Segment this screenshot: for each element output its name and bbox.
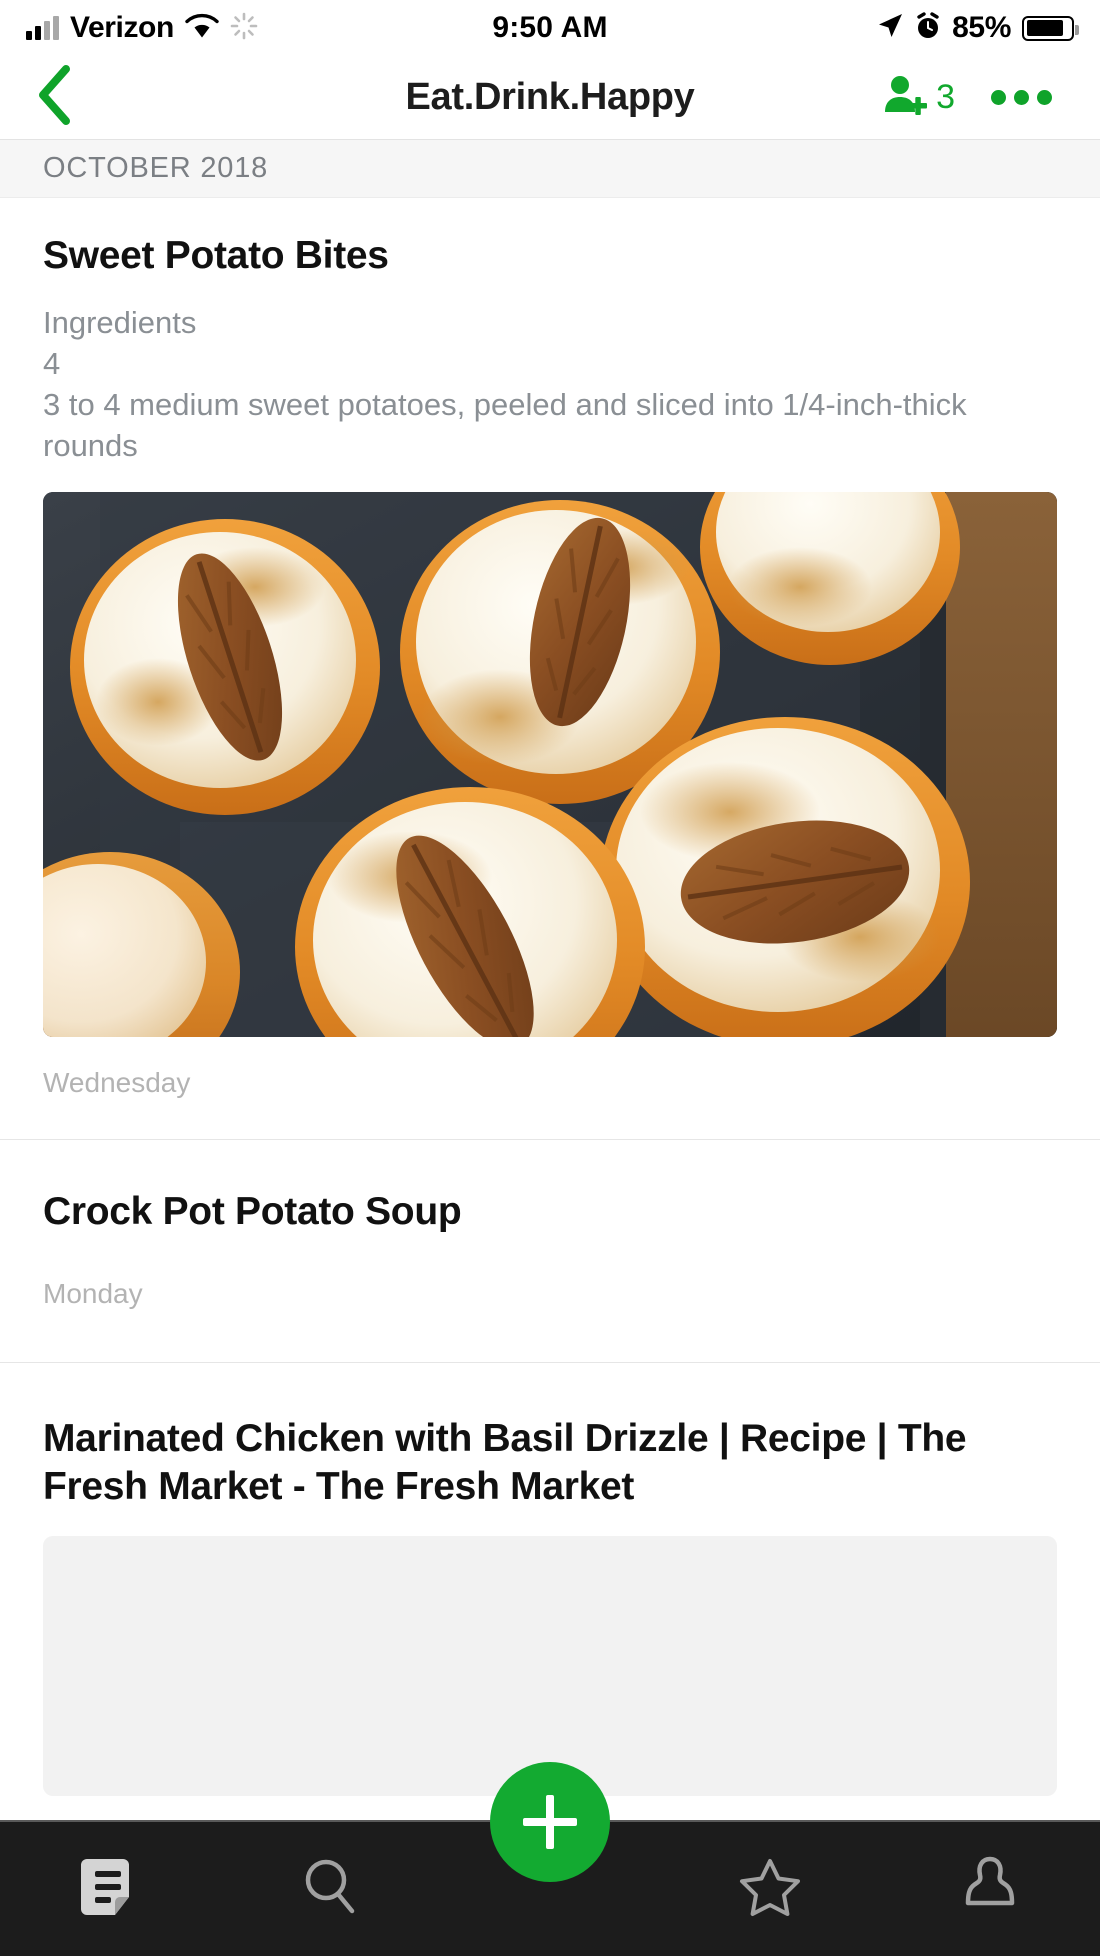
status-bar-left: Verizon (26, 11, 258, 45)
sweet-potato-bites-photo[interactable] (43, 492, 1057, 1038)
back-button[interactable] (0, 56, 110, 140)
card-body-line: 3 to 4 medium sweet potatoes, peeled and… (43, 387, 967, 464)
status-bar-right: 85% (876, 11, 1079, 45)
card-body: Ingredients 4 3 to 4 medium sweet potato… (43, 302, 1057, 467)
more-options-icon-dot2 (1014, 90, 1029, 105)
star-icon (739, 1857, 801, 1922)
search-icon (300, 1856, 360, 1923)
navigation-bar: Eat.Drink.Happy 3 (0, 56, 1100, 140)
status-bar: Verizon 9:50 AM 85% (0, 0, 1100, 56)
profile-tab[interactable] (880, 1821, 1100, 1956)
more-options-icon-dot3 (1037, 90, 1052, 105)
navigation-actions: 3 (867, 62, 1100, 133)
add-collaborator-button[interactable]: 3 (867, 62, 969, 133)
card-title: Crock Pot Potato Soup (43, 1190, 462, 1234)
person-icon (962, 1855, 1018, 1924)
location-arrow-icon (876, 12, 904, 45)
notes-tab[interactable] (0, 1821, 220, 1956)
alarm-clock-icon (915, 11, 941, 45)
clock-label: 9:50 AM (492, 11, 608, 44)
card-body-line: Ingredients (43, 304, 197, 340)
card-timestamp: Wednesday (43, 1067, 191, 1099)
image-placeholder (43, 1536, 1057, 1797)
carrier-label: Verizon (70, 11, 174, 44)
search-tab[interactable] (220, 1821, 440, 1956)
plus-icon-vertical (546, 1795, 554, 1849)
list-item[interactable]: Marinated Chicken with Basil Drizzle | R… (0, 1363, 1100, 1797)
notes-icon (81, 1854, 139, 1925)
activity-spinner-icon (230, 12, 258, 45)
card-timestamp: Monday (43, 1278, 143, 1310)
battery-icon (1022, 15, 1079, 41)
list-item[interactable]: Sweet Potato Bites Ingredients 4 3 to 4 … (0, 198, 1100, 1141)
wifi-icon (185, 13, 219, 44)
list-item[interactable]: Crock Pot Potato Soup Monday (0, 1140, 1100, 1364)
feed-list: Sweet Potato Bites Ingredients 4 3 to 4 … (0, 198, 1100, 1797)
more-options-icon (991, 90, 1006, 105)
app-screen: Verizon 9:50 AM 85% Eat.Drink.Happy 3 OC… (0, 0, 1100, 1956)
add-button[interactable] (490, 1762, 610, 1882)
more-options-button[interactable] (969, 80, 1074, 115)
add-person-icon (881, 72, 928, 123)
bottom-tab-bar (0, 1762, 1100, 1956)
card-body-line: 4 (43, 345, 61, 381)
section-header-october: OCTOBER 2018 (0, 140, 1100, 198)
card-title: Sweet Potato Bites (43, 234, 389, 277)
signal-bars-icon (26, 16, 59, 40)
back-chevron-icon (34, 64, 76, 131)
collaborator-count: 3 (936, 78, 955, 116)
battery-percent-label: 85% (952, 11, 1011, 44)
card-title: Marinated Chicken with Basil Drizzle | R… (43, 1417, 967, 1508)
favorites-tab[interactable] (660, 1821, 880, 1956)
section-header-label: OCTOBER 2018 (43, 152, 269, 184)
